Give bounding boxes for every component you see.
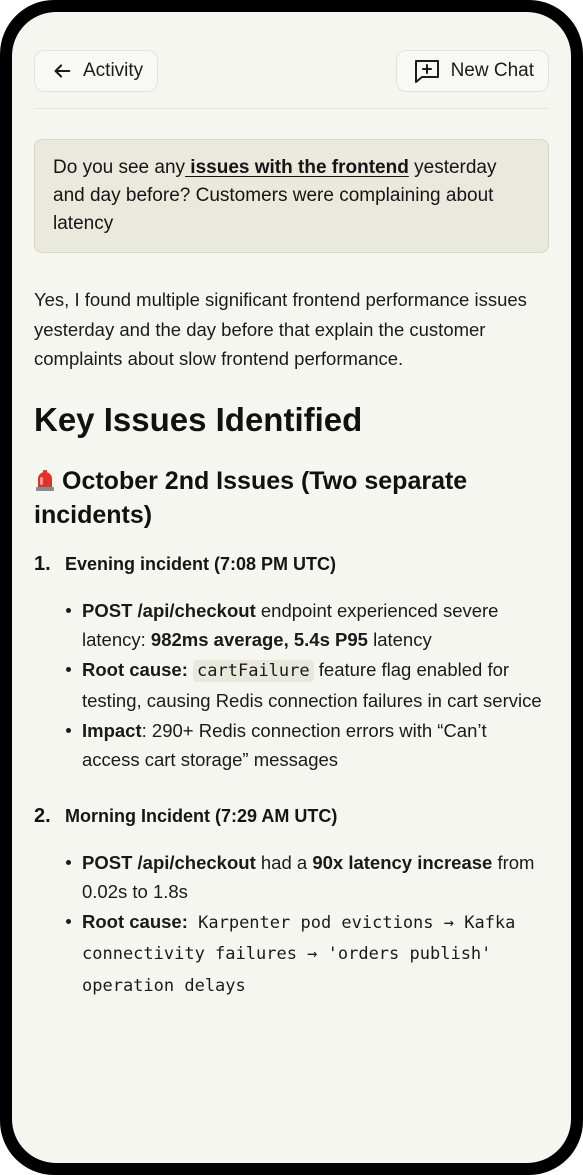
message-plus-icon — [413, 58, 441, 84]
incident-title-text: Evening incident (7:08 PM UTC) — [65, 553, 337, 574]
incident-number: 1. — [34, 552, 51, 575]
new-chat-label: New Chat — [450, 60, 534, 81]
incident-2: 2. Morning Incident (7:29 AM UTC) POST /… — [34, 805, 549, 1002]
subsection-heading: October 2nd Issues (Two separate inciden… — [34, 466, 549, 531]
incident-title: 2. Morning Incident (7:29 AM UTC) — [34, 805, 549, 828]
prompt-text-pre: Do you see any — [53, 157, 186, 178]
bullet-bold: Root cause: — [82, 910, 188, 932]
subsection-heading-text: October 2nd Issues (Two separate inciden… — [34, 466, 468, 529]
bullet-text: : 290+ Redis connection errors with “Can… — [82, 719, 487, 771]
arrow-left-icon — [51, 60, 73, 82]
bullet-bold: 90x latency increase — [312, 851, 493, 873]
list-item: POST /api/checkout had a 90x latency inc… — [66, 848, 549, 907]
list-item: Impact: 290+ Redis connection errors wit… — [66, 716, 549, 775]
bullet-bold: 982ms average, 5.4s P95 — [150, 629, 368, 650]
bullet-bold: POST /api/checkout — [82, 851, 256, 873]
back-button[interactable]: Activity — [34, 50, 159, 92]
rotating-light-icon — [34, 468, 56, 500]
bullet-text: latency — [367, 629, 432, 650]
new-chat-button[interactable]: New Chat — [395, 50, 549, 92]
inline-code: cartFailure — [193, 659, 314, 682]
header: Activity New Chat — [34, 50, 549, 109]
device-frame: Activity New Chat Do you see any issues … — [0, 0, 583, 1175]
incident-1: 1. Evening incident (7:08 PM UTC) POST /… — [34, 553, 549, 775]
incident-number: 2. — [34, 804, 51, 827]
incident-title: 1. Evening incident (7:08 PM UTC) — [34, 553, 549, 576]
incident-bullets: POST /api/checkout had a 90x latency inc… — [34, 848, 549, 1002]
assistant-intro: Yes, I found multiple significant fronte… — [34, 289, 527, 369]
chat-screen: Activity New Chat Do you see any issues … — [12, 12, 571, 1163]
list-item: POST /api/checkout endpoint experienced … — [66, 596, 549, 655]
list-item: Root cause: Karpenter pod evictions → Ka… — [66, 907, 549, 1002]
user-message: Do you see any issues with the frontend … — [34, 139, 549, 253]
back-label: Activity — [83, 60, 144, 81]
bullet-text: had a — [255, 851, 313, 873]
bullet-bold: Impact — [82, 719, 142, 741]
incident-title-text: Morning Incident (7:29 AM UTC) — [65, 805, 338, 826]
section-heading: Key Issues Identified — [34, 400, 363, 438]
bullet-bold: POST /api/checkout — [82, 599, 256, 621]
prompt-highlight: issues with the frontend — [185, 157, 409, 178]
list-item: Root cause: cartFailure feature flag ena… — [66, 655, 549, 716]
incident-bullets: POST /api/checkout endpoint experienced … — [34, 596, 549, 775]
bullet-bold: Root cause: — [82, 658, 188, 680]
